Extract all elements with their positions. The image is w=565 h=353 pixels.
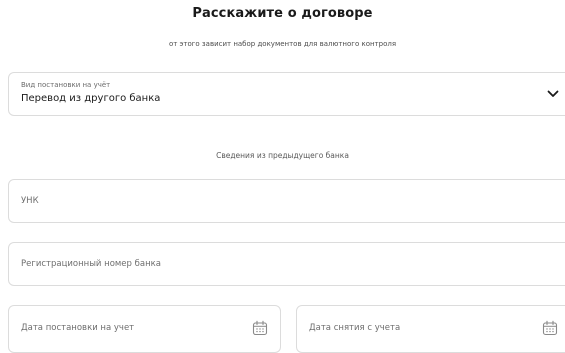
registration-type-label: Вид постановки на учёт — [21, 81, 111, 89]
page-subtitle: от этого зависит набор документов для ва… — [168, 40, 397, 48]
previous-bank-caption: Сведения из предыдущего банка — [216, 151, 349, 160]
registration-date-input[interactable]: Дата постановки на учет — [8, 305, 281, 353]
unk-input[interactable]: УНК — [8, 179, 565, 223]
calendar-icon[interactable] — [542, 320, 558, 336]
calendar-icon[interactable] — [252, 320, 268, 336]
registration-date-placeholder: Дата постановки на учет — [21, 323, 135, 333]
deregistration-date-placeholder: Дата снятия с учета — [309, 323, 401, 333]
unk-placeholder: УНК — [21, 196, 39, 206]
bank-registration-number-input[interactable]: Регистрационный номер банка — [8, 242, 565, 286]
deregistration-date-input[interactable]: Дата снятия с учета — [296, 305, 565, 353]
registration-type-select[interactable]: Вид постановки на учёт Перевод из другог… — [8, 72, 565, 116]
page-title: Расскажите о договоре — [192, 6, 373, 21]
registration-type-value: Перевод из другого банка — [21, 93, 161, 104]
chevron-down-icon[interactable] — [545, 87, 561, 101]
bank-registration-number-placeholder: Регистрационный номер банка — [21, 259, 161, 269]
